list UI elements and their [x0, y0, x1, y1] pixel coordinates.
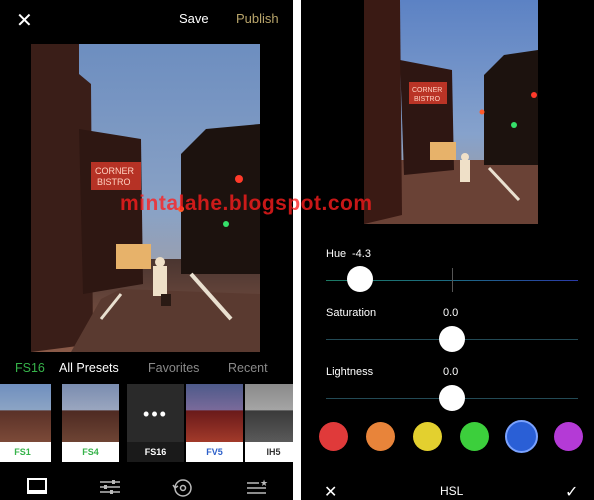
- preset-label: FS1: [0, 442, 51, 462]
- preset-preview: [62, 384, 119, 442]
- color-swatch-yellow[interactable]: [413, 422, 442, 451]
- preset-preview: [245, 384, 293, 442]
- preset-thumb-fs4[interactable]: FS4: [62, 384, 119, 462]
- preset-label: FS16: [127, 442, 184, 462]
- color-swatch-orange[interactable]: [366, 422, 395, 451]
- watermark: mintalahe.blogspot.com: [120, 192, 373, 215]
- svg-text:BISTRO: BISTRO: [414, 96, 441, 103]
- more-options-icon[interactable]: •••: [127, 404, 184, 425]
- editor-screen: ✕ Save Publish CORNER BISTRO FS16 All Pr…: [0, 0, 293, 500]
- photo-preview: CORNER BISTRO: [364, 0, 538, 224]
- preset-preview: [186, 384, 243, 442]
- history-icon[interactable]: [172, 478, 194, 500]
- svg-text:★: ★: [260, 479, 268, 489]
- color-swatch-red[interactable]: [319, 422, 348, 451]
- lightness-value: 0.0: [443, 366, 459, 378]
- preset-thumb-fs16-selected[interactable]: ••• FS16: [127, 384, 184, 462]
- close-icon[interactable]: ✕: [16, 8, 33, 33]
- saturation-value: 0.0: [443, 307, 459, 319]
- checkmark-icon[interactable]: ✓: [565, 482, 578, 500]
- tab-fs16[interactable]: FS16: [15, 361, 45, 375]
- preset-label: FS4: [62, 442, 119, 462]
- hsl-screen: CORNER BISTRO Hue -4.3 Saturation 0.0 Li…: [301, 0, 594, 500]
- frame-icon[interactable]: [27, 478, 47, 500]
- svg-text:BISTRO: BISTRO: [97, 177, 131, 187]
- hue-value: -4.3: [352, 248, 371, 260]
- preset-label: IH5: [245, 442, 293, 462]
- color-swatch-green[interactable]: [460, 422, 489, 451]
- publish-button[interactable]: Publish: [236, 11, 279, 26]
- color-swatch-blue-selected[interactable]: [505, 420, 538, 453]
- hue-center-tick: [452, 268, 453, 292]
- preset-label: FV5: [186, 442, 243, 462]
- saturation-label: Saturation: [326, 307, 377, 319]
- preset-preview: [0, 384, 51, 442]
- save-button[interactable]: Save: [179, 11, 209, 26]
- color-swatch-purple[interactable]: [554, 422, 583, 451]
- saturation-slider-knob[interactable]: [439, 326, 465, 352]
- tab-recent[interactable]: Recent: [228, 361, 268, 375]
- lightness-slider-knob[interactable]: [439, 385, 465, 411]
- preset-list-icon[interactable]: ★: [246, 478, 268, 500]
- hue-label: Hue: [326, 248, 347, 260]
- preset-strip: FS1 FS4 ••• FS16 FV5 IH5: [0, 384, 293, 462]
- tab-all-presets[interactable]: All Presets: [59, 361, 119, 375]
- svg-text:CORNER: CORNER: [412, 87, 442, 94]
- preset-thumb-fv5[interactable]: FV5: [186, 384, 243, 462]
- lightness-label: Lightness: [326, 366, 374, 378]
- preset-thumb-fs1[interactable]: FS1: [0, 384, 51, 462]
- tab-favorites[interactable]: Favorites: [148, 361, 199, 375]
- hsl-title: HSL: [440, 484, 464, 498]
- preset-thumb-ih5[interactable]: IH5: [245, 384, 293, 462]
- hue-slider-knob[interactable]: [347, 266, 373, 292]
- sliders-icon[interactable]: [99, 478, 121, 500]
- svg-text:CORNER: CORNER: [95, 166, 135, 176]
- close-icon[interactable]: ✕: [324, 482, 337, 500]
